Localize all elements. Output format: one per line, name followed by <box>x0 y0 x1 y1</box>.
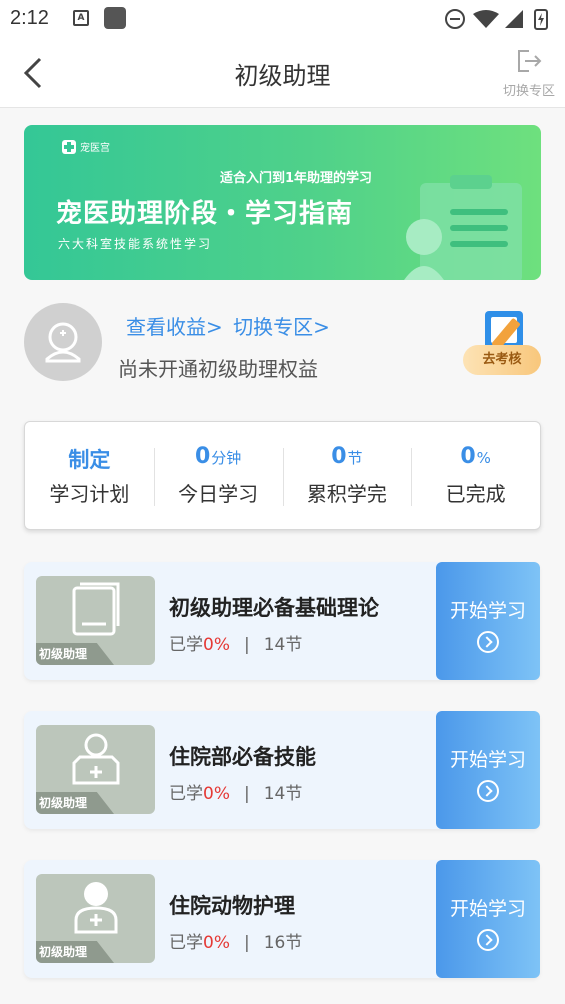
stat-completion: 0% 已完成 <box>411 422 540 529</box>
rights-status-text: 尚未开通初级助理权益 <box>118 357 318 381</box>
stat-today-study: 0分钟 今日学习 <box>153 422 283 529</box>
start-study-label: 开始学习 <box>449 749 526 771</box>
banner-description: 六大科室技能系统性学习 <box>58 237 213 251</box>
stat-label: 学习计划 <box>49 482 130 506</box>
cross-logo-icon <box>62 139 76 154</box>
stat-label: 已完成 <box>445 482 506 506</box>
stat-unit: 分钟 <box>211 449 242 467</box>
course-progress: 已学0% | 14节 <box>169 630 302 655</box>
course-level-tag: 初级助理 <box>36 643 114 665</box>
study-guide-banner[interactable]: 宠医宫 适合入门到1年助理的学习 宠医助理阶段・学习指南 六大科室技能系统性学习 <box>24 125 541 280</box>
stat-study-plan[interactable]: 制定 学习计划 <box>25 422 154 529</box>
stat-value: 0 <box>194 444 211 469</box>
user-links: 查看收益> 切换专区> <box>126 311 334 340</box>
learned-label: 已学 <box>169 933 203 953</box>
course-level-tag: 初级助理 <box>36 941 114 963</box>
start-study-label: 开始学习 <box>449 600 526 622</box>
course-card[interactable]: 初级助理 住院部必备技能 已学0% | 14节 开始学习 <box>24 711 540 829</box>
course-title: 住院动物护理 <box>169 894 295 918</box>
learned-percent: 0% <box>203 635 230 655</box>
arrow-right-circle-icon <box>477 929 499 951</box>
switch-zone-button[interactable]: 切换专区 <box>501 48 557 99</box>
section-count: 16节 <box>263 933 303 953</box>
status-icons <box>445 9 548 30</box>
switch-zone-label: 切换专区 <box>502 84 555 99</box>
meta-separator: | <box>243 635 250 655</box>
stat-value: 0 <box>460 444 476 469</box>
banner-subtitle: 适合入门到1年助理的学习 <box>220 171 373 186</box>
stat-total-completed: 0节 累积学完 <box>282 422 412 529</box>
stat-unit: 节 <box>347 449 363 467</box>
course-progress: 已学0% | 14节 <box>169 779 302 804</box>
section-count: 14节 <box>263 635 303 655</box>
notification-square-icon <box>104 7 126 29</box>
clipboard-illustration-icon <box>404 175 522 280</box>
view-earnings-link[interactable]: 查看收益> <box>126 315 223 339</box>
switch-zone-link[interactable]: 切换专区> <box>233 315 330 339</box>
nurse-icon <box>72 733 120 785</box>
status-time: 2:12 <box>10 7 49 29</box>
learned-percent: 0% <box>203 784 230 804</box>
notification-a-icon: A <box>73 10 89 26</box>
book-icon <box>72 582 120 636</box>
app-header: 初级助理 切换专区 <box>0 38 565 108</box>
user-avatar-icon <box>45 322 81 363</box>
stat-label: 累积学完 <box>306 482 387 506</box>
arrow-right-circle-icon <box>477 780 499 802</box>
study-stats: 制定 学习计划 0分钟 今日学习 0节 累积学完 0% 已完成 <box>24 421 541 530</box>
exit-icon <box>518 50 542 72</box>
exam-button-label: 去考核 <box>463 345 541 375</box>
stat-value: 制定 <box>68 448 111 472</box>
section-count: 14节 <box>263 784 303 804</box>
course-card[interactable]: 初级助理 住院动物护理 已学0% | 16节 开始学习 <box>24 860 540 978</box>
start-study-button[interactable]: 开始学习 <box>436 860 540 978</box>
meta-separator: | <box>243 784 250 804</box>
course-level-tag: 初级助理 <box>36 792 114 814</box>
course-thumbnail: 初级助理 <box>36 874 155 963</box>
learned-percent: 0% <box>203 933 230 953</box>
banner-title: 宠医助理阶段・学习指南 <box>56 199 354 229</box>
brand-logo: 宠医宫 <box>62 139 110 154</box>
course-title: 住院部必备技能 <box>169 745 316 769</box>
brand-logo-text: 宠医宫 <box>80 143 110 154</box>
avatar[interactable] <box>24 303 102 381</box>
course-card[interactable]: 初级助理 初级助理必备基础理论 已学0% | 14节 开始学习 <box>24 562 540 680</box>
course-thumbnail: 初级助理 <box>36 725 155 814</box>
stat-value: 0 <box>331 444 347 469</box>
course-title: 初级助理必备基础理论 <box>169 596 379 620</box>
learned-label: 已学 <box>169 784 203 804</box>
meta-separator: | <box>243 933 250 953</box>
exam-button[interactable]: 去考核 <box>461 311 543 377</box>
start-study-label: 开始学习 <box>449 898 526 920</box>
status-bar: 2:12 A <box>0 0 565 38</box>
course-progress: 已学0% | 16节 <box>169 928 302 953</box>
start-study-button[interactable]: 开始学习 <box>436 711 540 829</box>
learned-label: 已学 <box>169 635 203 655</box>
doctor-icon <box>74 882 118 934</box>
course-thumbnail: 初级助理 <box>36 576 155 665</box>
page-title: 初级助理 <box>234 62 331 90</box>
arrow-right-circle-icon <box>477 631 499 653</box>
stat-label: 今日学习 <box>178 482 259 506</box>
start-study-button[interactable]: 开始学习 <box>436 562 540 680</box>
stat-unit: % <box>476 449 491 467</box>
